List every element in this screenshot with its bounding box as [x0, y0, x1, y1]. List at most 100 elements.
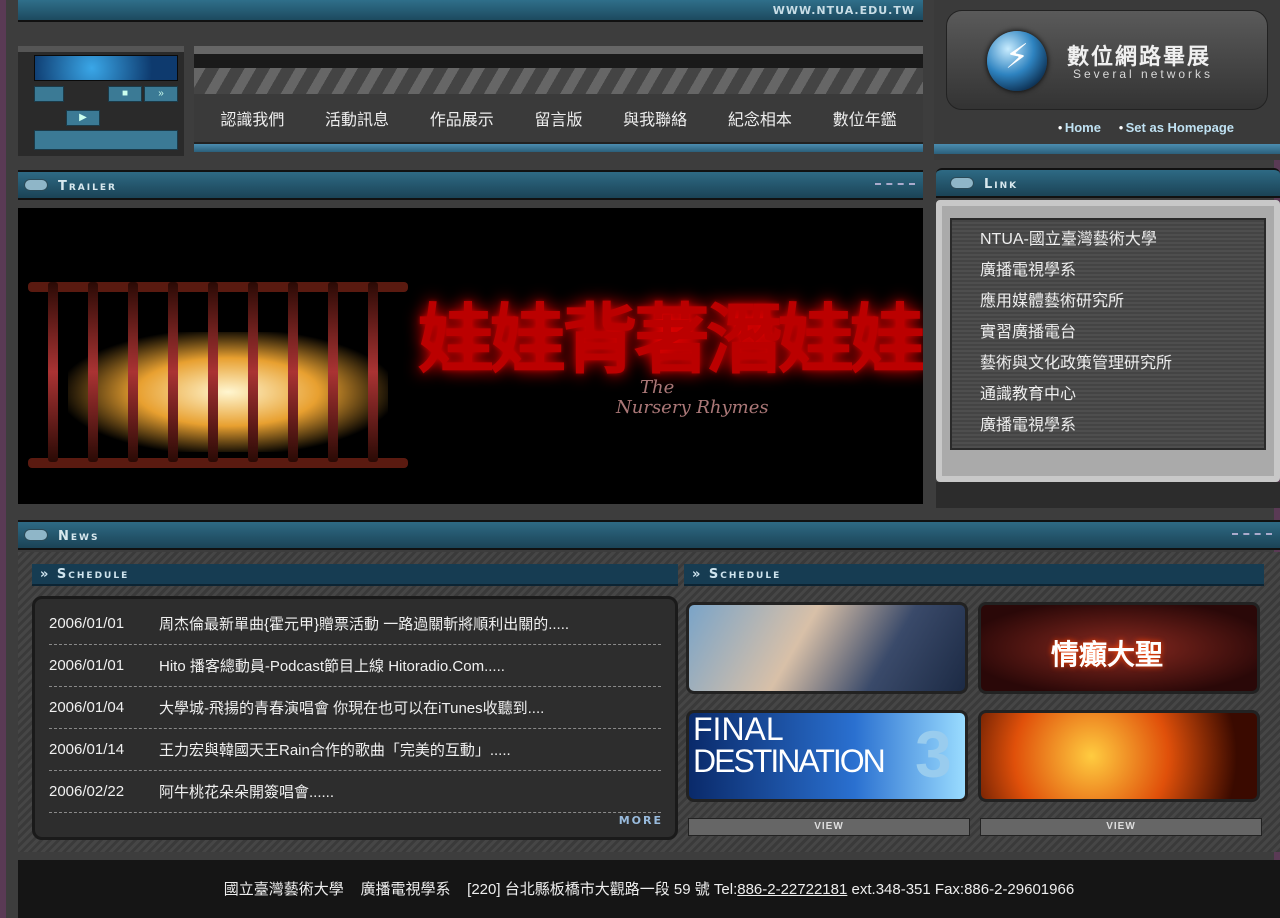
movie-thumb-4[interactable]	[978, 710, 1260, 802]
crib-bar	[168, 282, 178, 462]
news-area: » Schedule » Schedule 2006/01/01 周杰倫最新單曲…	[18, 552, 1280, 852]
brand-plate: ⚡ 數位網路畢展 Several networks	[946, 10, 1268, 110]
news-text: Hito 播客總動員-Podcast節目上線 Hitoradio.Com....…	[159, 658, 505, 675]
news-date: 2006/01/04	[49, 699, 125, 716]
section-pill-icon	[24, 529, 48, 541]
news-item[interactable]: 2006/01/04 大學城-飛揚的青春演唱會 你現在也可以在iTunes收聽到…	[49, 687, 661, 729]
link-item[interactable]: NTUA-國立臺灣藝術大學	[980, 224, 1264, 255]
player-progress-bar	[34, 130, 178, 150]
footer-tel-link[interactable]: 886-2-22722181	[737, 881, 847, 898]
news-item[interactable]: 2006/01/01 周杰倫最新單曲{霍元甲}贈票活動 一路過關斬將順利出關的.…	[49, 603, 661, 645]
media-player: ■ » ▶	[18, 46, 184, 156]
link-item[interactable]: 廣播電視學系	[980, 410, 1264, 441]
trailer-subtitle-line1: The	[640, 377, 675, 398]
thumb-2-title: 情癲大聖	[1051, 639, 1164, 670]
trailer-poster-subtitle: The Nursery Rhymes	[616, 378, 769, 418]
nav-guestbook[interactable]: 留言版	[534, 106, 582, 130]
schedule-header-right: » Schedule	[684, 564, 1264, 586]
news-text: 周杰倫最新單曲{霍元甲}贈票活動 一路過關斬將順利出關的.....	[159, 616, 570, 633]
nav-hatch	[194, 68, 923, 94]
news-header: News	[18, 520, 1280, 550]
player-screen	[34, 55, 178, 81]
crib-bar	[128, 282, 138, 462]
trailer-subtitle-line2: Nursery Rhymes	[616, 397, 769, 418]
link-item[interactable]: 通識教育中心	[980, 379, 1264, 410]
link-header: Link	[936, 168, 1280, 198]
crib-glow	[68, 332, 388, 452]
crib-bar	[288, 282, 298, 462]
schedule-title-left: » Schedule	[40, 567, 130, 582]
schedule-title-right: » Schedule	[692, 567, 782, 582]
brand-bottom-bar	[934, 144, 1280, 154]
news-title: News	[58, 529, 100, 544]
crib-bar	[368, 282, 378, 462]
footer-school: 國立臺灣藝術大學	[223, 881, 344, 898]
set-homepage-link[interactable]: Set as Homepage	[1119, 120, 1234, 135]
header-dash-icon	[1232, 533, 1272, 537]
link-item[interactable]: 藝術與文化政策管理研究所	[980, 348, 1264, 379]
crib-bar	[88, 282, 98, 462]
nav-events[interactable]: 活動訊息	[325, 106, 389, 130]
footer: 國立臺灣藝術大學 廣播電視學系 [220] 台北縣板橋市大觀路一段 59 號 T…	[18, 860, 1280, 918]
site-url: WWW.NTUA.EDU.TW	[772, 4, 915, 17]
news-item[interactable]: 2006/01/14 王力宏與韓國天王Rain合作的歌曲「完美的互動」.....	[49, 729, 661, 771]
news-date: 2006/02/22	[49, 783, 125, 800]
nav-contact[interactable]: 與我聯絡	[623, 106, 687, 130]
footer-dept: 廣播電視學系	[360, 881, 451, 898]
news-text: 阿牛桃花朵朵開簽唱會......	[159, 784, 335, 801]
crib-image	[28, 222, 408, 492]
news-date: 2006/01/01	[49, 615, 125, 632]
news-date: 2006/01/01	[49, 657, 125, 674]
header-bar: WWW.NTUA.EDU.TW	[18, 0, 923, 22]
trailer-header: Trailer	[18, 170, 923, 200]
main-nav: 認識我們 活動訊息 作品展示 留言版 與我聯絡 紀念相本 數位年鑑	[194, 46, 923, 156]
link-item[interactable]: 實習廣播電台	[980, 317, 1264, 348]
nav-bottom-bar	[194, 142, 923, 152]
movie-thumb-3[interactable]: FINAL DESTINATION 3	[686, 710, 968, 802]
trailer-banner[interactable]: 娃娃背著潛娃娃 The Nursery Rhymes	[18, 208, 923, 504]
trailer-title: Trailer	[58, 179, 117, 194]
view-button-right[interactable]: VIEW	[980, 818, 1262, 836]
news-text: 大學城-飛揚的青春演唱會 你現在也可以在iTunes收聽到....	[159, 700, 545, 717]
footer-ext-fax: ext.348-351 Fax:886-2-29601966	[847, 881, 1075, 898]
crib-rail	[28, 282, 408, 292]
footer-address: [220] 台北縣板橋市大觀路一段 59 號 Tel:	[467, 881, 738, 898]
news-text: 王力宏與韓國天王Rain合作的歌曲「完美的互動」.....	[159, 742, 511, 759]
link-item[interactable]: 廣播電視學系	[980, 255, 1264, 286]
news-item[interactable]: 2006/02/22 阿牛桃花朵朵開簽唱會......	[49, 771, 661, 813]
link-panel: NTUA-國立臺灣藝術大學 廣播電視學系 應用媒體藝術研究所 實習廣播電台 藝術…	[936, 200, 1280, 482]
view-button-left[interactable]: VIEW	[688, 818, 970, 836]
movie-thumb-2[interactable]: 情癲大聖	[978, 602, 1260, 694]
home-link[interactable]: Home	[1058, 120, 1101, 135]
nav-yearbook[interactable]: 數位年鑑	[833, 106, 897, 130]
brand-area: ⚡ 數位網路畢展 Several networks Home Set as Ho…	[934, 0, 1280, 160]
trailer-poster-title: 娃娃背著潛娃娃	[418, 295, 923, 384]
thumb-3-number: 3	[915, 717, 952, 791]
brand-links: Home Set as Homepage	[1044, 120, 1234, 135]
player-volume-button[interactable]	[34, 86, 64, 102]
page: WWW.NTUA.EDU.TW ■ » ▶ 認識我們 活動訊息 作品展示 留言版…	[0, 0, 1280, 918]
nav-about[interactable]: 認識我們	[220, 106, 284, 130]
crib-rail	[28, 458, 408, 468]
brand-subtitle: Several networks	[1073, 67, 1214, 81]
crib-bar	[328, 282, 338, 462]
header-dash-icon	[875, 183, 915, 187]
nav-menu: 認識我們 活動訊息 作品展示 留言版 與我聯絡 紀念相本 數位年鑑	[194, 94, 923, 142]
news-date: 2006/01/14	[49, 741, 125, 758]
link-title: Link	[984, 177, 1019, 192]
nav-band	[194, 54, 923, 68]
stop-icon[interactable]: ■	[108, 86, 142, 102]
nav-album[interactable]: 紀念相本	[728, 106, 792, 130]
link-item[interactable]: 應用媒體藝術研究所	[980, 286, 1264, 317]
more-link[interactable]: MORE	[619, 814, 663, 827]
play-icon[interactable]: ▶	[66, 110, 100, 126]
section-pill-icon	[950, 177, 974, 189]
section-pill-icon	[24, 179, 48, 191]
nav-works[interactable]: 作品展示	[430, 106, 494, 130]
logo-glyph: ⚡	[1005, 38, 1029, 76]
forward-icon[interactable]: »	[144, 86, 178, 102]
schedule-header-left: » Schedule	[32, 564, 678, 586]
movie-thumb-1[interactable]	[686, 602, 968, 694]
crib-bar	[48, 282, 58, 462]
news-item[interactable]: 2006/01/01 Hito 播客總動員-Podcast節目上線 Hitora…	[49, 645, 661, 687]
